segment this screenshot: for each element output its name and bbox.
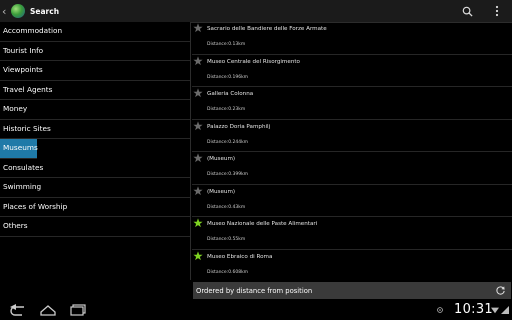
category-historic-sites[interactable]: Historic Sites xyxy=(0,120,190,139)
item-distance: Distance:0.399km xyxy=(207,172,249,177)
star-icon[interactable] xyxy=(193,153,203,163)
list-item[interactable]: Museo Nazionale delle Paste Alimentari D… xyxy=(192,217,512,250)
list-item[interactable]: Palazzo Doria Pamphilj Distance:0.244km xyxy=(192,120,512,152)
app-globe-icon[interactable] xyxy=(11,4,25,18)
home-icon[interactable] xyxy=(38,304,58,316)
star-icon[interactable] xyxy=(193,88,203,98)
search-icon xyxy=(462,6,473,17)
signal-icon xyxy=(501,306,509,314)
sort-label: Ordered by distance from position xyxy=(196,286,313,295)
item-name: Sacrario delle Bandiere delle Forze Arma… xyxy=(207,26,327,32)
wifi-icon xyxy=(491,307,499,314)
action-bar: ‹ Search xyxy=(0,0,512,23)
star-icon[interactable] xyxy=(193,250,203,261)
search-button[interactable] xyxy=(452,0,482,22)
item-name: (Museum) xyxy=(207,156,236,162)
list-item[interactable]: (Museum) Distance:0.399km xyxy=(192,152,512,185)
list-item[interactable]: Sacrario delle Bandiere delle Forze Arma… xyxy=(192,22,512,55)
item-distance: Distance:0.23km xyxy=(207,107,246,112)
item-name: Palazzo Doria Pamphilj xyxy=(207,123,271,130)
item-distance: Distance:0.43km xyxy=(207,204,246,210)
list-item[interactable]: Museo Ebraico di Roma Distance:0.608km xyxy=(192,250,512,281)
item-name: Museo Ebraico di Roma xyxy=(207,253,273,260)
star-icon[interactable] xyxy=(193,185,203,196)
category-others[interactable]: Others xyxy=(0,217,190,237)
system-nav-bar: 10:31 xyxy=(0,300,512,320)
star-icon[interactable] xyxy=(193,55,203,66)
star-icon[interactable] xyxy=(193,23,203,33)
category-consulates[interactable]: Consulates xyxy=(0,159,190,178)
results-list[interactable]: Sacrario delle Bandiere delle Forze Arma… xyxy=(192,22,512,280)
category-sidebar: Accommodation Tourist Info Viewpoints Tr… xyxy=(0,22,191,280)
category-accommodation[interactable]: Accommodation xyxy=(0,22,190,42)
star-icon[interactable] xyxy=(193,218,203,228)
category-viewpoints[interactable]: Viewpoints xyxy=(0,61,190,81)
item-distance: Distance:0.196km xyxy=(207,74,249,80)
back-arrow-icon[interactable] xyxy=(7,304,27,316)
category-museums[interactable]: Museums xyxy=(0,139,38,159)
list-item[interactable]: Museo Centrale del Risorgimento Distance… xyxy=(192,55,512,87)
recent-apps-icon[interactable] xyxy=(69,304,89,316)
up-caret-icon[interactable]: ‹ xyxy=(2,5,10,18)
item-name: (Museum) xyxy=(207,188,236,195)
category-swimming[interactable]: Swimming xyxy=(0,178,190,198)
refresh-icon[interactable] xyxy=(495,285,506,296)
item-distance: Distance:0.13km xyxy=(207,42,246,47)
category-travel-agents[interactable]: Travel Agents xyxy=(0,81,190,100)
sort-bar[interactable]: Ordered by distance from position xyxy=(193,282,511,299)
category-places-of-worship[interactable]: Places of Worship xyxy=(0,198,190,217)
item-distance: Distance:0.55km xyxy=(207,237,246,242)
item-name: Galleria Colonna xyxy=(207,91,254,97)
page-title: Search xyxy=(30,6,60,16)
item-name: Museo Centrale del Risorgimento xyxy=(207,58,300,65)
overflow-menu-button[interactable] xyxy=(482,0,512,22)
item-distance: Distance:0.608km xyxy=(207,269,249,275)
overflow-menu-icon xyxy=(495,5,499,17)
status-clock: 10:31 xyxy=(454,302,493,317)
star-icon[interactable] xyxy=(193,120,203,131)
list-item[interactable]: Galleria Colonna Distance:0.23km xyxy=(192,87,512,120)
location-icon xyxy=(437,307,443,313)
item-name: Museo Nazionale delle Paste Alimentari xyxy=(207,221,318,227)
list-item[interactable]: (Museum) Distance:0.43km xyxy=(192,185,512,217)
category-tourist-info[interactable]: Tourist Info xyxy=(0,42,190,61)
category-money[interactable]: Money xyxy=(0,100,190,120)
item-distance: Distance:0.244km xyxy=(207,139,249,145)
